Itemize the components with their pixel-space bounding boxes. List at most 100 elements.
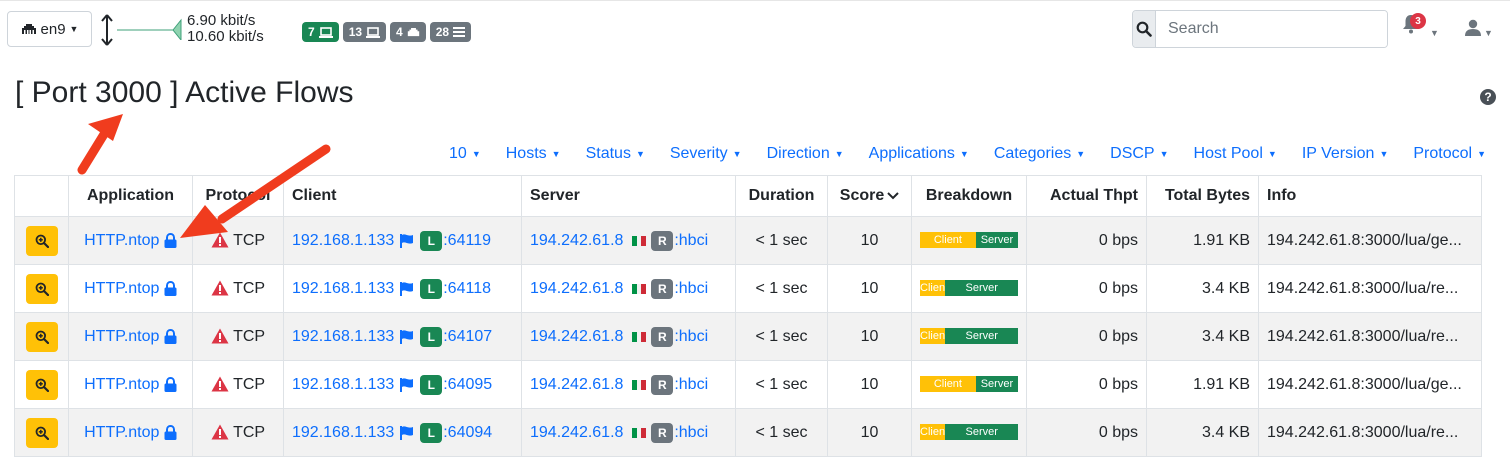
- breakdown-server: Server: [945, 328, 1018, 345]
- col-client[interactable]: Client: [283, 175, 522, 217]
- flow-details-button[interactable]: [25, 417, 58, 448]
- flows-badge[interactable]: 28: [429, 22, 472, 42]
- protocol-filter-dropdown[interactable]: Protocol ▼: [1413, 145, 1486, 163]
- interface-dropdown[interactable]: en9 ▼: [7, 11, 92, 47]
- flow-details-button[interactable]: [25, 321, 58, 352]
- score-cell: 10: [827, 264, 912, 313]
- application-link[interactable]: HTTP.ntop: [84, 328, 159, 345]
- application-cell: HTTP.ntop: [68, 408, 193, 457]
- server-port-link[interactable]: :hbci: [674, 328, 708, 345]
- col-thpt[interactable]: Actual Thpt: [1026, 175, 1147, 217]
- col-server[interactable]: Server: [521, 175, 736, 217]
- col-bytes[interactable]: Total Bytes: [1146, 175, 1259, 217]
- remote-badge: R: [651, 374, 674, 395]
- breakdown-server: Server: [975, 232, 1018, 249]
- filter-label: 10: [449, 145, 467, 162]
- duration-cell: < 1 sec: [735, 360, 828, 409]
- local-hosts-badge[interactable]: 7: [302, 22, 339, 42]
- server-port-link[interactable]: :hbci: [674, 280, 708, 297]
- direction-filter-dropdown[interactable]: Direction ▼: [767, 145, 844, 163]
- search-input[interactable]: [1156, 11, 1387, 47]
- server-ip-link[interactable]: 194.242.61.8: [530, 232, 623, 249]
- table-row: HTTP.ntop TCP 192.168.1.133 L:64118 194.…: [14, 264, 1482, 313]
- client-port-link[interactable]: :64095: [443, 376, 492, 393]
- filter-label: Status: [585, 145, 631, 162]
- client-port-link[interactable]: :64118: [443, 280, 491, 297]
- server-port-link[interactable]: :hbci: [674, 376, 708, 393]
- lock-icon: [164, 232, 177, 248]
- hosts-filter-dropdown[interactable]: Hosts ▼: [506, 145, 561, 163]
- info-cell: 194.242.61.8:3000/lua/ge...: [1258, 360, 1482, 409]
- server-port-link[interactable]: :hbci: [674, 424, 708, 441]
- filter-label: Severity: [669, 145, 728, 162]
- application-cell: HTTP.ntop: [68, 264, 193, 313]
- breakdown-cell: Client Server: [911, 360, 1027, 409]
- server-ip-link[interactable]: 194.242.61.8: [530, 280, 623, 297]
- devices-badge[interactable]: 4: [390, 22, 426, 42]
- server-ip-link[interactable]: 194.242.61.8: [530, 376, 623, 393]
- client-ip-link[interactable]: 192.168.1.133: [292, 232, 394, 249]
- client-ip-link[interactable]: 192.168.1.133: [292, 328, 394, 345]
- client-port-link[interactable]: :64094: [443, 424, 492, 441]
- filter-label: DSCP: [1110, 145, 1155, 162]
- notification-count-badge: 3: [1410, 13, 1426, 29]
- col-info[interactable]: Info: [1258, 175, 1482, 217]
- server-ip-link[interactable]: 194.242.61.8: [530, 328, 623, 345]
- warning-icon: [211, 376, 229, 392]
- host-pool-filter-dropdown[interactable]: Host Pool ▼: [1194, 145, 1277, 163]
- page-size-dropdown[interactable]: 10 ▼: [449, 145, 481, 163]
- client-cell: 192.168.1.133 L:64119: [283, 216, 522, 265]
- flow-details-button[interactable]: [25, 273, 58, 304]
- score-cell: 10: [827, 408, 912, 457]
- help-icon[interactable]: ?: [1480, 89, 1496, 105]
- col-application[interactable]: Application: [68, 175, 193, 217]
- categories-filter-dropdown[interactable]: Categories ▼: [994, 145, 1085, 163]
- application-cell: HTTP.ntop: [68, 360, 193, 409]
- client-ip-link[interactable]: 192.168.1.133: [292, 280, 394, 297]
- application-link[interactable]: HTTP.ntop: [84, 376, 159, 393]
- col-duration[interactable]: Duration: [735, 175, 828, 217]
- ethernet-icon: [21, 24, 36, 34]
- rate-down: 10.60 kbit/s: [187, 28, 264, 45]
- ip-version-filter-dropdown[interactable]: IP Version ▼: [1302, 145, 1389, 163]
- server-port-link[interactable]: :hbci: [674, 232, 708, 249]
- chevron-down-icon[interactable]: ▼: [1430, 28, 1439, 38]
- chevron-down-icon[interactable]: ▼: [1484, 28, 1493, 38]
- protocol-cell: TCP: [192, 216, 284, 265]
- application-link[interactable]: HTTP.ntop: [84, 280, 159, 297]
- thpt-cell: 0 bps: [1026, 408, 1147, 457]
- client-port-link[interactable]: :64107: [443, 328, 492, 345]
- client-port-link[interactable]: :64119: [443, 232, 491, 249]
- application-cell: HTTP.ntop: [68, 312, 193, 361]
- col-protocol[interactable]: Protocol: [192, 175, 284, 217]
- server-cell: 194.242.61.8 R:hbci: [521, 264, 736, 313]
- status-filter-dropdown[interactable]: Status ▼: [586, 145, 645, 163]
- throughput-rates: 6.90 kbit/s 10.60 kbit/s: [187, 13, 264, 45]
- severity-filter-dropdown[interactable]: Severity ▼: [670, 145, 742, 163]
- search-box: [1132, 10, 1388, 48]
- application-link[interactable]: HTTP.ntop: [84, 424, 159, 441]
- dscp-filter-dropdown[interactable]: DSCP ▼: [1110, 145, 1168, 163]
- info-cell: 194.242.61.8:3000/lua/re...: [1258, 408, 1482, 457]
- application-link[interactable]: HTTP.ntop: [84, 232, 159, 249]
- user-icon[interactable]: [1465, 19, 1481, 37]
- client-ip-link[interactable]: 192.168.1.133: [292, 376, 394, 393]
- flag-icon: [399, 329, 413, 344]
- actions-cell: [14, 360, 69, 409]
- protocol-cell: TCP: [192, 264, 284, 313]
- protocol-cell: TCP: [192, 360, 284, 409]
- search-button[interactable]: [1133, 11, 1156, 47]
- list-icon: [453, 27, 466, 37]
- applications-filter-dropdown[interactable]: Applications ▼: [869, 145, 969, 163]
- server-ip-link[interactable]: 194.242.61.8: [530, 424, 623, 441]
- italy-flag-icon: [631, 331, 646, 342]
- flow-details-button[interactable]: [25, 369, 58, 400]
- col-score[interactable]: Score: [827, 175, 912, 217]
- server-cell: 194.242.61.8 R:hbci: [521, 312, 736, 361]
- client-ip-link[interactable]: 192.168.1.133: [292, 424, 394, 441]
- remote-hosts-badge[interactable]: 13: [342, 22, 387, 42]
- bytes-cell: 3.4 KB: [1146, 408, 1259, 457]
- flow-details-button[interactable]: [25, 225, 58, 256]
- col-actions: [14, 175, 69, 217]
- actions-cell: [14, 216, 69, 265]
